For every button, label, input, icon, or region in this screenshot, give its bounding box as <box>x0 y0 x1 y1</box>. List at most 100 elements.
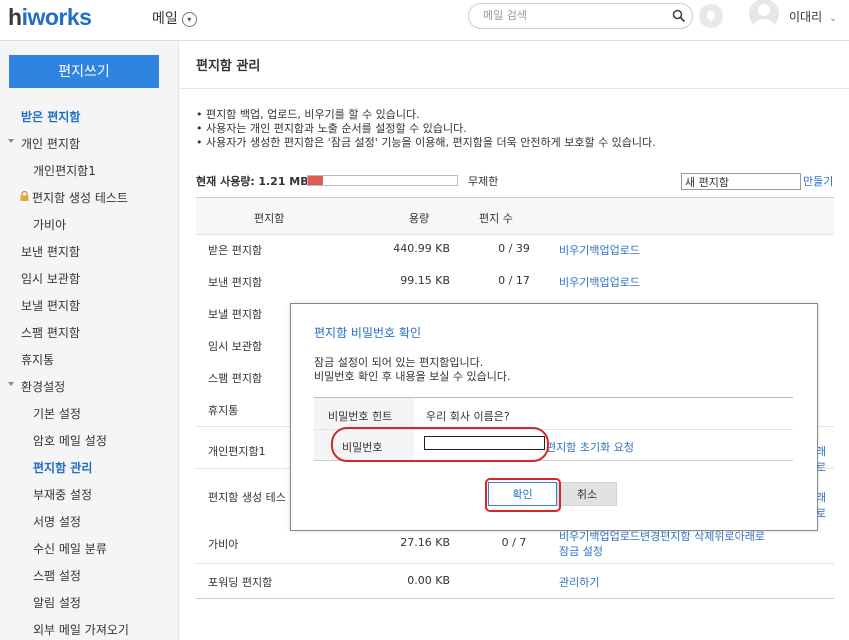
sidebar-item-label: 보낸 편지함 <box>21 245 81 259</box>
folder-reset-request-link[interactable]: 편지함 초기화 요청 <box>546 439 634 455</box>
sidebar-item-label: 서명 설정 <box>33 515 81 529</box>
top-header: hiworks 메일▾ 이대리 ⌄ <box>0 0 849 41</box>
sidebar-item-mail-filter[interactable]: 수신 메일 분류 <box>0 537 178 559</box>
sidebar-item-label: 편지함 관리 <box>33 461 93 475</box>
folder-actions: 비우기 | 백업 | 업로드 <box>559 274 839 290</box>
separator: | <box>559 543 563 556</box>
search-icon[interactable] <box>672 9 686 23</box>
bell-icon <box>706 10 716 22</box>
sidebar-item-personal-folder-1[interactable]: 개인편지함1 <box>0 159 178 181</box>
notification-button[interactable] <box>699 4 723 28</box>
sidebar-item-spam-settings[interactable]: 스팸 설정 <box>0 564 178 586</box>
usage-label: 현재 사용량: <box>196 175 255 188</box>
mail-app-label: 메일 <box>152 11 178 27</box>
sidebar-item-label: 개인 편지함 <box>21 137 81 151</box>
column-header-name: 편지함 <box>254 212 285 225</box>
sidebar-item-folder-management[interactable]: 편지함 관리 <box>0 456 178 478</box>
separator: | <box>612 274 617 287</box>
folder-name: 스팸 편지함 <box>208 372 263 385</box>
table-row: 받은 편지함 440.99 KB 0 / 39 비우기 | 백업 | 업로드 <box>196 242 834 262</box>
mail-app-menu[interactable]: 메일 ▾ <box>152 8 197 28</box>
sidebar-item-label: 편지함 생성 테스트 <box>32 191 128 205</box>
user-name: 이대리 <box>789 10 823 24</box>
sidebar-item-spam[interactable]: 스팸 편지함 <box>0 321 178 343</box>
separator: | <box>592 274 597 287</box>
hiworks-logo[interactable]: hiworks <box>8 4 92 31</box>
chevron-down-icon: ⌄ <box>828 13 838 24</box>
dialog-description-line: 비밀번호 확인 후 내용을 보실 수 있습니다. <box>314 370 511 383</box>
sidebar-item-encrypted-mail[interactable]: 암호 메일 설정 <box>0 429 178 451</box>
table-row: 가비아 27.16 KB 0 / 7 비우기 | 백업 | 업로드 | 변경 | 편지함 삭제 |… <box>196 528 834 558</box>
sidebar-item-sent[interactable]: 보낸 편지함 <box>0 240 178 262</box>
sidebar-item-folder-test[interactable]: 편지함 생성 테스트 <box>0 186 178 208</box>
sidebar-item-away-settings[interactable]: 부재중 설정 <box>0 483 178 505</box>
sidebar-item-label: 스팸 편지함 <box>21 326 81 340</box>
folder-actions: | 잠금 설정 <box>559 543 839 559</box>
folder-name: 포워딩 편지함 <box>208 576 273 589</box>
divider <box>179 88 849 89</box>
move-down-link[interactable]: 래로 <box>816 443 834 475</box>
sidebar-item-gabia[interactable]: 가비아 <box>0 213 178 235</box>
user-silhouette-icon <box>753 4 775 29</box>
sidebar-item-drafts[interactable]: 임시 보관함 <box>0 267 178 289</box>
search-input[interactable] <box>481 8 665 23</box>
sidebar-item-personal-folders[interactable]: 개인 편지함 <box>0 132 178 154</box>
mail-search-box[interactable] <box>468 3 693 29</box>
sidebar-item-label: 가비아 <box>33 218 67 232</box>
lock-icon <box>20 191 29 201</box>
lock-settings-link[interactable]: 잠금 설정 <box>559 545 603 558</box>
usage-value: 1.21 MB <box>258 175 309 188</box>
folder-name: 가비아 <box>208 538 239 551</box>
compose-button[interactable]: 편지쓰기 <box>9 55 159 88</box>
manage-link[interactable]: 관리하기 <box>559 576 599 589</box>
avatar[interactable] <box>749 0 779 29</box>
empty-link[interactable]: 비우기 <box>559 276 589 289</box>
chevron-down-icon: ▾ <box>181 12 197 27</box>
sidebar-item-label: 환경설정 <box>21 380 66 394</box>
sidebar-item-trash[interactable]: 휴지통 <box>0 348 178 370</box>
folder-size: 440.99 KB <box>393 242 450 255</box>
divider <box>196 598 834 599</box>
hint-label: 비밀번호 힌트 <box>328 410 393 423</box>
table-header: 편지함 용량 편지 수 <box>196 197 834 235</box>
dialog-title: 편지함 비밀번호 확인 <box>314 326 421 340</box>
sidebar-item-label: 외부 메일 가져오기 <box>33 623 129 637</box>
empty-link[interactable]: 비우기 <box>559 530 589 543</box>
usage-summary: 현재 사용량: 1.21 MB <box>196 173 309 189</box>
folder-actions: 비우기 | 백업 | 업로드 <box>559 242 839 258</box>
sidebar-item-label: 개인편지함1 <box>33 164 96 178</box>
create-folder-link[interactable]: 만들기 <box>803 173 833 189</box>
caret-down-icon[interactable] <box>8 139 14 143</box>
sidebar-item-label: 부재중 설정 <box>33 488 93 502</box>
user-menu[interactable]: 이대리 ⌄ <box>789 8 837 25</box>
usage-progress-bar <box>307 175 458 186</box>
folder-name: 보낼 편지함 <box>208 308 263 321</box>
sidebar-item-settings[interactable]: 환경설정 <box>0 375 178 397</box>
folder-actions: 관리하기 <box>559 574 839 590</box>
sidebar-item-label: 스팸 설정 <box>33 569 81 583</box>
sidebar-item-outbox[interactable]: 보낼 편지함 <box>0 294 178 316</box>
sidebar-item-notifications[interactable]: 알림 설정 <box>0 591 178 613</box>
info-notes: • 편지함 백업, 업로드, 비우기를 할 수 있습니다. • 사용자는 개인 … <box>196 108 656 150</box>
sidebar-item-basic-settings[interactable]: 기본 설정 <box>0 402 178 424</box>
caret-down-icon[interactable] <box>8 382 14 386</box>
sidebar-item-signature[interactable]: 서명 설정 <box>0 510 178 532</box>
dialog-description: 잠금 설정이 되어 있는 편지함입니다. 비밀번호 확인 후 내용을 보실 수 … <box>314 356 511 384</box>
info-note: • 사용자는 개인 편지함과 노출 순서를 설정할 수 있습니다. <box>196 122 467 135</box>
new-folder-input[interactable] <box>681 173 801 190</box>
move-down-link[interactable]: 래로 <box>816 489 834 521</box>
hint-value: 우리 회사 이름은? <box>426 410 510 423</box>
dialog-description-line: 잠금 설정이 되어 있는 편지함입니다. <box>314 356 484 369</box>
cancel-button[interactable]: 취소 <box>557 482 617 506</box>
folder-count: 0 / 17 <box>498 274 530 287</box>
sidebar-item-external-mail[interactable]: 외부 메일 가져오기 <box>0 618 178 640</box>
sidebar-item-label: 보낼 편지함 <box>21 299 81 313</box>
empty-link[interactable]: 비우기 <box>559 244 589 257</box>
sidebar-item-label: 수신 메일 분류 <box>33 542 107 556</box>
table-row: 보낸 편지함 99.15 KB 0 / 17 비우기 | 백업 | 업로드 <box>196 274 834 294</box>
folder-size: 99.15 KB <box>400 274 450 287</box>
sidebar-item-inbox[interactable]: 받은 편지함 <box>0 105 178 127</box>
delete-folder-link[interactable]: 편지함 삭제 <box>660 530 714 543</box>
folder-name: 보낸 편지함 <box>208 276 263 289</box>
column-header-size: 용량 <box>409 212 430 225</box>
